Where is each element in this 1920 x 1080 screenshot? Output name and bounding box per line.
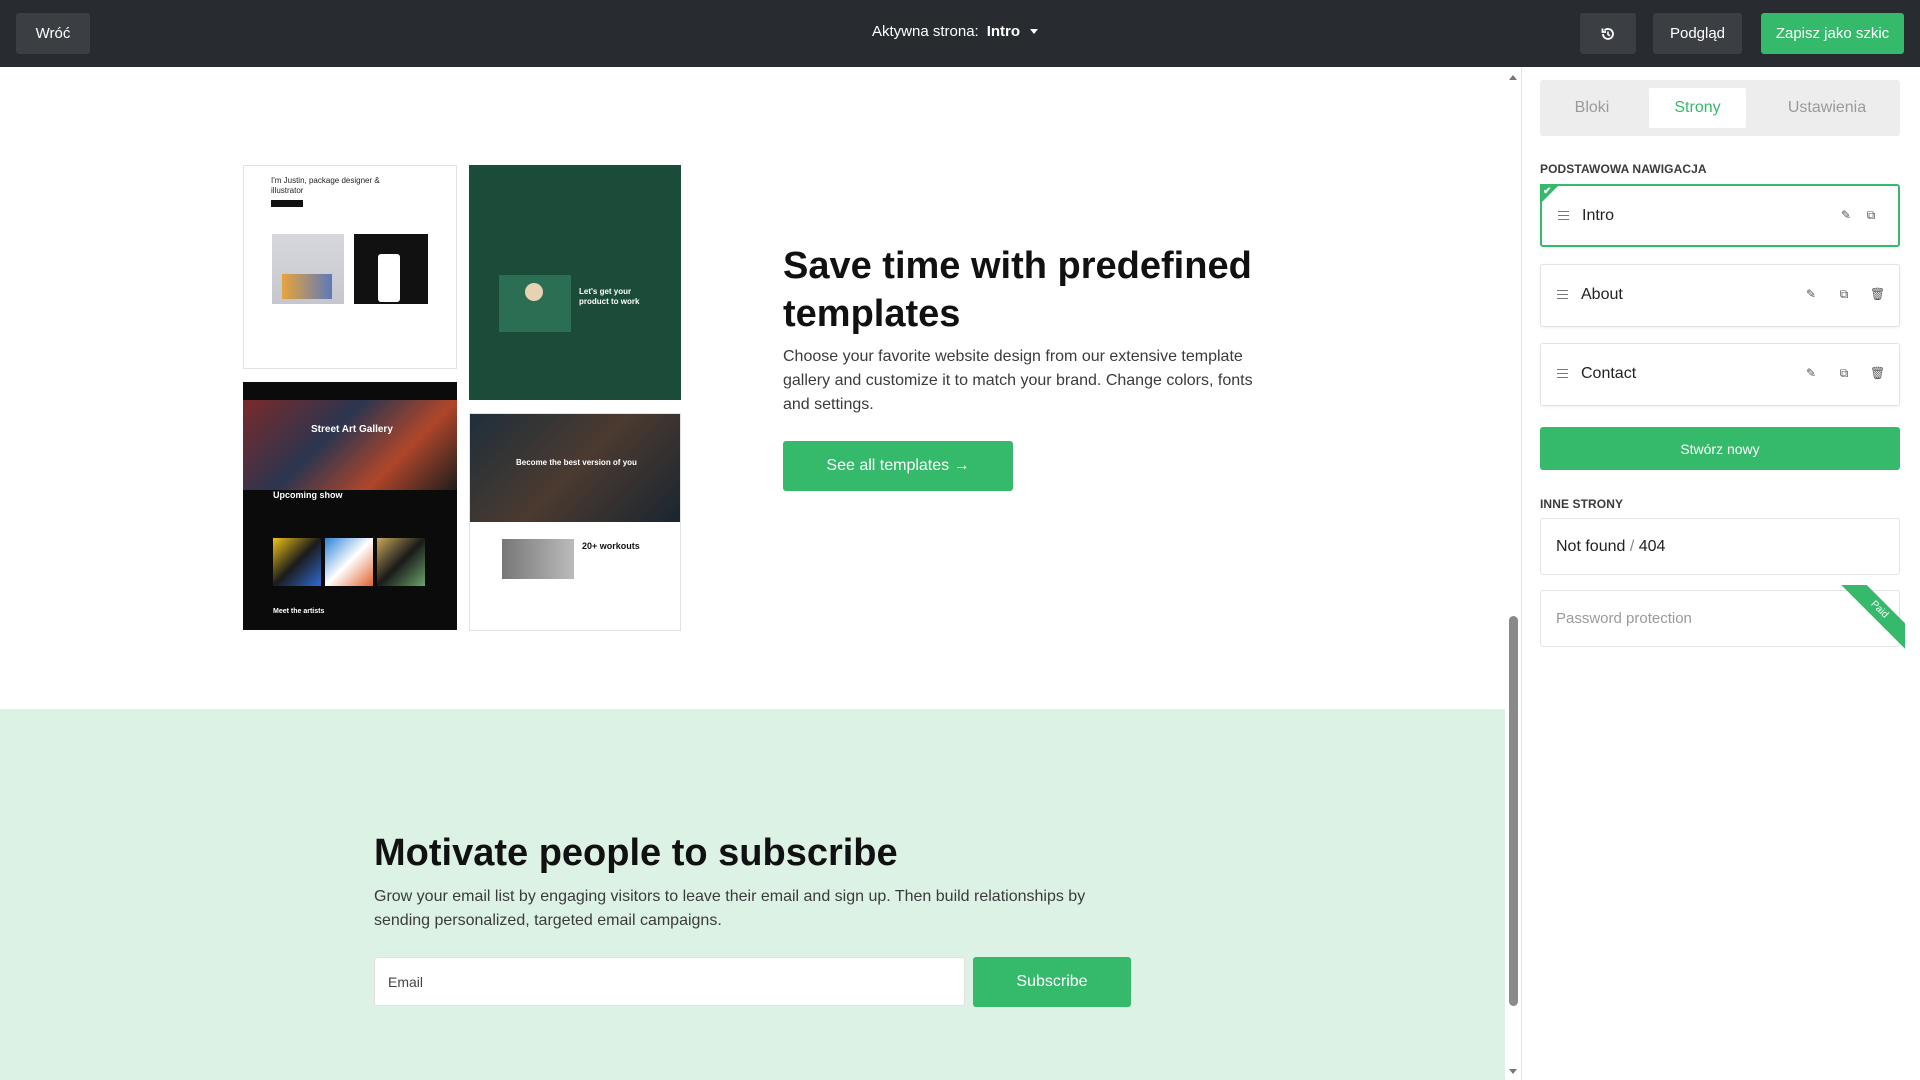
thumbnail-button (271, 200, 303, 207)
active-page-value: Intro (986, 23, 1021, 40)
thumbnail-image (243, 400, 457, 490)
nav-item-label: Contact (1581, 365, 1637, 382)
thumbnail-text: Let's get your product to work (579, 287, 640, 306)
page-not-found[interactable]: Not found / 404 (1540, 518, 1900, 575)
thumbnail-image (272, 234, 344, 304)
not-found-label: Not found / 404 (1556, 538, 1666, 555)
edit-icon[interactable]: ✎ (1804, 287, 1818, 301)
subscribe-heading: Motivate people to subscribe (374, 832, 898, 874)
thumbnail-image (502, 539, 574, 579)
nav-item-contact[interactable]: Contact ✎ ⧉ 🗑 (1540, 343, 1900, 406)
nav-item-about[interactable]: About ✎ ⧉ 🗑 (1540, 264, 1900, 327)
active-page-selector[interactable]: Aktywna strona: Intro (872, 23, 1039, 40)
top-bar: Wróć Aktywna strona: Intro Podgląd Zapis… (0, 0, 1920, 67)
subscribe-button[interactable]: Subscribe (973, 957, 1131, 1007)
templates-heading: Save time with predefined templates (783, 245, 1252, 335)
subscribe-description: Grow your email list by engaging visitor… (374, 888, 1086, 929)
drag-handle-icon[interactable] (1557, 369, 1568, 378)
history-icon (1601, 27, 1614, 40)
thumbnail-text: I'm Justin, package designer & illustrat… (271, 176, 380, 195)
see-all-templates-button[interactable]: See all templates → (783, 441, 1013, 491)
create-new-page-button[interactable]: Stwórz nowy (1540, 427, 1900, 470)
delete-icon[interactable]: 🗑 (1870, 366, 1885, 380)
template-thumbnail-gallery: Street Art Gallery Upcoming show Meet th… (243, 382, 457, 630)
history-button[interactable] (1580, 13, 1636, 54)
page-canvas: I'm Justin, package designer & illustrat… (0, 67, 1505, 1080)
check-icon: ✔ (1543, 186, 1552, 197)
thumbnail-image (470, 414, 680, 522)
thumbnail-text: Become the best version of you (516, 458, 637, 467)
pages-panel: Bloki Strony Ustawienia PODSTAWOWA NAWIG… (1523, 67, 1920, 1080)
duplicate-icon[interactable]: ⧉ (1864, 208, 1878, 222)
edit-icon[interactable]: ✎ (1804, 366, 1818, 380)
thumbnail-text: Meet the artists (273, 608, 325, 615)
template-thumbnail-product: Let's get your product to work (469, 165, 681, 400)
duplicate-icon[interactable]: ⧉ (1837, 366, 1851, 380)
email-field[interactable] (374, 957, 965, 1006)
scroll-up-arrow-icon[interactable] (1509, 75, 1517, 80)
save-draft-button[interactable]: Zapisz jako szkic (1761, 13, 1904, 54)
main-nav-title: PODSTAWOWA NAWIGACJA (1540, 162, 1707, 176)
delete-icon[interactable]: 🗑 (1870, 287, 1885, 301)
tab-pages[interactable]: Strony (1649, 88, 1746, 128)
back-button[interactable]: Wróć (16, 13, 90, 54)
nav-item-label: Intro (1582, 207, 1615, 224)
thumbnail-image (377, 538, 425, 586)
password-protection-label: Password protection (1556, 610, 1692, 627)
paid-badge: Paid (1841, 585, 1905, 649)
chevron-down-icon (1030, 29, 1039, 34)
thumbnail-image (354, 234, 428, 304)
subscribe-section: Motivate people to subscribe Grow your e… (0, 709, 1505, 1080)
paid-ribbon: Paid (1841, 585, 1905, 649)
thumbnail-image (273, 538, 321, 586)
scroll-thumb[interactable] (1509, 616, 1518, 1006)
template-thumbnail-fitness: Become the best version of you 20+ worko… (469, 413, 681, 631)
canvas-scrollbar[interactable] (1505, 67, 1522, 1080)
thumbnail-image (325, 538, 373, 586)
duplicate-icon[interactable]: ⧉ (1837, 287, 1851, 301)
panel-tabs: Bloki Strony Ustawienia (1540, 80, 1900, 136)
thumbnail-text: Upcoming show (273, 490, 343, 500)
other-pages-title: INNE STRONY (1540, 497, 1624, 511)
edit-icon[interactable]: ✎ (1839, 208, 1853, 222)
nav-item-label: About (1581, 286, 1623, 303)
preview-button[interactable]: Podgląd (1653, 13, 1742, 54)
templates-description: Choose your favorite website design from… (783, 348, 1253, 413)
scroll-down-arrow-icon[interactable] (1509, 1069, 1517, 1074)
drag-handle-icon[interactable] (1558, 211, 1569, 220)
tab-settings[interactable]: Ustawienia (1762, 88, 1892, 128)
nav-item-intro[interactable]: ✔ Intro ✎ ⧉ (1540, 184, 1900, 247)
thumbnail-text: 20+ workouts (582, 541, 640, 551)
template-thumbnail-designer: I'm Justin, package designer & illustrat… (243, 165, 457, 369)
tab-blocks[interactable]: Bloki (1548, 88, 1636, 128)
thumbnail-text: Street Art Gallery (311, 424, 393, 435)
thumbnail-card (499, 275, 571, 332)
avatar (525, 283, 543, 301)
page-password-protection[interactable]: Password protection Paid (1540, 585, 1905, 649)
active-page-label: Aktywna strona: (872, 23, 979, 40)
drag-handle-icon[interactable] (1557, 290, 1568, 299)
